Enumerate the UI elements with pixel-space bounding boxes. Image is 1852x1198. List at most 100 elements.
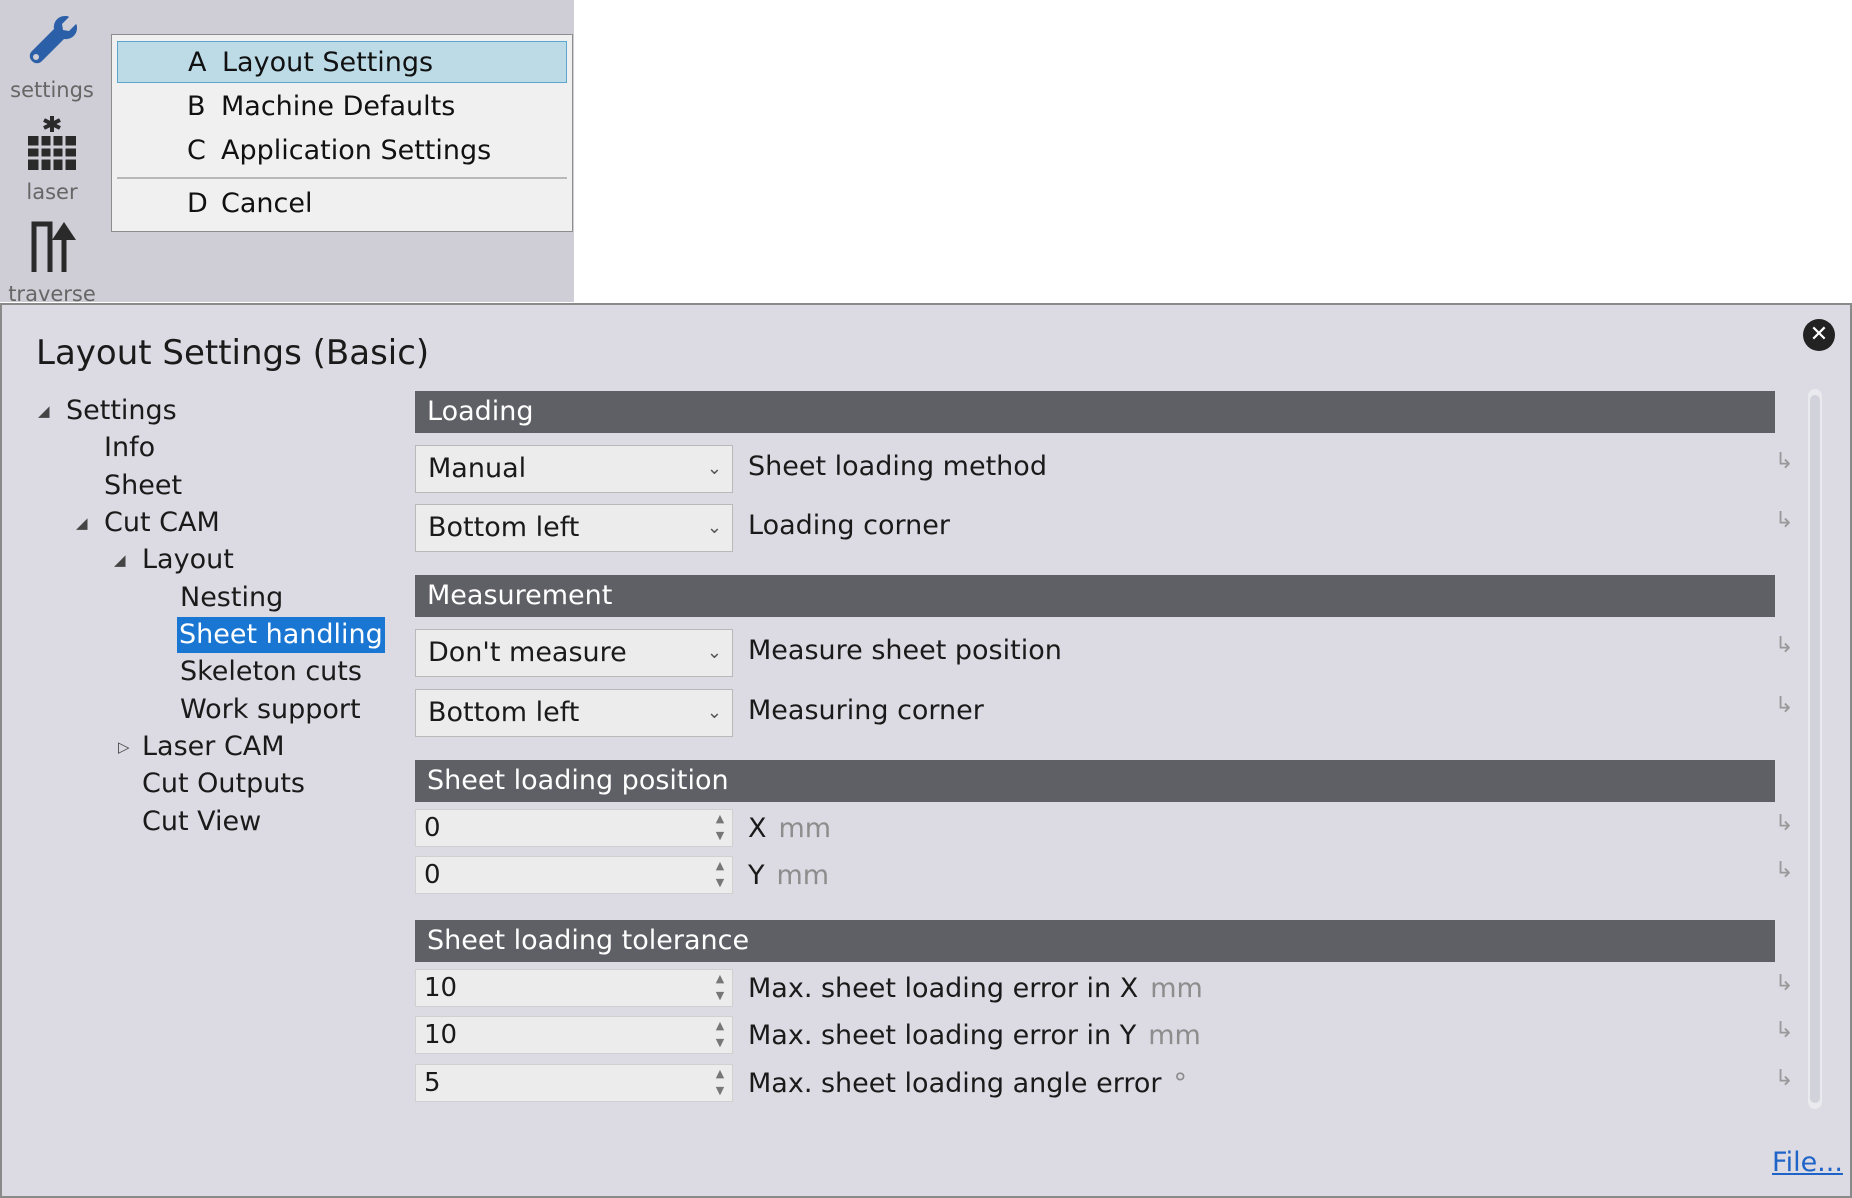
menu-item-application-settings[interactable]: C Application Settings [117, 130, 567, 172]
dropdown-value: Bottom left [428, 697, 580, 728]
close-icon[interactable]: ✕ [1803, 319, 1835, 351]
menu-separator [117, 177, 567, 179]
reset-arrow-icon[interactable]: ↳ [1775, 811, 1793, 836]
spin-arrows-icon[interactable]: ▲ ▼ [712, 970, 728, 1006]
tree-item-layout[interactable]: Layout [142, 542, 234, 578]
dropdown-value: Manual [428, 453, 527, 484]
spinbox-value: 10 [424, 973, 458, 1003]
expanded-arrow-icon[interactable]: ◢ [38, 393, 50, 429]
spin-arrows-icon[interactable]: ▲ ▼ [712, 857, 728, 893]
section-header-sheet-loading-position: Sheet loading position [415, 760, 1775, 802]
position-y-input[interactable]: 0 ▲ ▼ [415, 856, 733, 894]
spin-arrows-icon[interactable]: ▲ ▼ [712, 810, 728, 846]
loading-corner-label: Loading corner [748, 510, 950, 541]
field-label-text: Max. sheet loading angle error [748, 1068, 1162, 1099]
unit-label: mm [778, 813, 832, 844]
menu-item-layout-settings[interactable]: A Layout Settings [117, 41, 567, 83]
spin-arrows-icon[interactable]: ▲ ▼ [712, 1017, 728, 1053]
expanded-arrow-icon[interactable]: ◢ [76, 505, 88, 541]
unit-label: mm [1148, 1020, 1201, 1051]
section-header-sheet-loading-tolerance: Sheet loading tolerance [415, 920, 1775, 962]
menu-item-machine-defaults[interactable]: B Machine Defaults [117, 86, 567, 128]
reset-arrow-icon[interactable]: ↳ [1775, 449, 1793, 474]
sheet-loading-method-dropdown[interactable]: Manual ⌄ [415, 445, 733, 493]
tree-item-sheet[interactable]: Sheet [104, 468, 182, 504]
chevron-down-icon: ⌄ [706, 642, 722, 663]
measuring-corner-dropdown[interactable]: Bottom left ⌄ [415, 689, 733, 737]
traverse-tool-button[interactable]: traverse [0, 214, 104, 306]
dialog-title: Layout Settings (Basic) [36, 333, 430, 373]
tree-item-laser-cam[interactable]: Laser CAM [142, 729, 285, 765]
spin-arrows-icon[interactable]: ▲ ▼ [712, 1065, 728, 1101]
max-error-x-label: Max. sheet loading error in X mm [748, 973, 1203, 1004]
tree-item-skeleton-cuts[interactable]: Skeleton cuts [180, 654, 362, 690]
reset-arrow-icon[interactable]: ↳ [1775, 633, 1793, 658]
reset-arrow-icon[interactable]: ↳ [1775, 693, 1793, 718]
menu-item-label: Cancel [221, 188, 313, 219]
section-header-loading: Loading [415, 391, 1775, 433]
tree-item-info[interactable]: Info [104, 430, 155, 466]
menu-item-key: C [187, 135, 206, 166]
field-label-text: Max. sheet loading error in Y [748, 1020, 1137, 1051]
field-label-text: X [748, 813, 767, 844]
traverse-icon [0, 214, 104, 280]
reset-arrow-icon[interactable]: ↳ [1775, 971, 1793, 996]
tree-item-settings[interactable]: Settings [66, 393, 177, 429]
measure-sheet-position-label: Measure sheet position [748, 635, 1062, 666]
file-link[interactable]: File... [1772, 1147, 1843, 1178]
wrench-icon [0, 10, 104, 76]
menu-item-label: Application Settings [221, 135, 492, 166]
unit-label: mm [1150, 973, 1203, 1004]
section-header-measurement: Measurement [415, 575, 1775, 617]
spinbox-value: 10 [424, 1020, 458, 1050]
spinbox-value: 0 [424, 860, 441, 890]
laser-tool-button[interactable]: laser [0, 112, 104, 204]
reset-arrow-icon[interactable]: ↳ [1775, 1018, 1793, 1043]
unit-label: mm [776, 860, 830, 891]
tree-item-cut-outputs[interactable]: Cut Outputs [142, 766, 305, 802]
spinbox-value: 0 [424, 813, 441, 843]
dropdown-value: Don't measure [428, 637, 627, 668]
layout-settings-dialog: Layout Settings (Basic) ✕ ◢ Settings Inf… [0, 303, 1852, 1198]
max-error-x-input[interactable]: 10 ▲ ▼ [415, 969, 733, 1007]
scrollbar-thumb[interactable] [1810, 395, 1820, 1103]
menu-item-label: Layout Settings [222, 47, 434, 78]
menu-item-cancel[interactable]: D Cancel [117, 183, 567, 225]
reset-arrow-icon[interactable]: ↳ [1775, 858, 1793, 883]
max-angle-error-label: Max. sheet loading angle error ° [748, 1068, 1187, 1099]
reset-arrow-icon[interactable]: ↳ [1775, 1066, 1793, 1091]
tree-item-sheet-handling[interactable]: Sheet handling [177, 617, 385, 653]
tree-item-work-support[interactable]: Work support [180, 692, 361, 728]
collapsed-arrow-icon[interactable]: ▷ [118, 729, 130, 765]
measure-sheet-position-dropdown[interactable]: Don't measure ⌄ [415, 629, 733, 677]
left-toolbar: settings laser traverse [0, 0, 104, 306]
loading-corner-dropdown[interactable]: Bottom left ⌄ [415, 504, 733, 552]
spinbox-value: 5 [424, 1068, 441, 1098]
position-x-input[interactable]: 0 ▲ ▼ [415, 809, 733, 847]
dropdown-value: Bottom left [428, 512, 580, 543]
chevron-down-icon: ⌄ [706, 517, 722, 538]
position-x-label: Xmm [748, 813, 831, 844]
unit-label: ° [1173, 1068, 1187, 1099]
sheet-loading-method-label: Sheet loading method [748, 451, 1047, 482]
menu-item-key: A [188, 47, 207, 78]
laser-icon [0, 112, 104, 178]
max-error-y-input[interactable]: 10 ▲ ▼ [415, 1016, 733, 1054]
tree-item-nesting[interactable]: Nesting [180, 580, 283, 616]
menu-item-label: Machine Defaults [221, 91, 456, 122]
chevron-down-icon: ⌄ [706, 702, 722, 723]
settings-popup-menu: A Layout Settings B Machine Defaults C A… [111, 34, 573, 232]
max-error-y-label: Max. sheet loading error in Y mm [748, 1020, 1201, 1051]
menu-item-key: B [187, 91, 206, 122]
field-label-text: Max. sheet loading error in X [748, 973, 1139, 1004]
position-y-label: Ymm [748, 860, 829, 891]
max-angle-error-input[interactable]: 5 ▲ ▼ [415, 1064, 733, 1102]
tree-item-cut-view[interactable]: Cut View [142, 804, 261, 840]
reset-arrow-icon[interactable]: ↳ [1775, 508, 1793, 533]
expanded-arrow-icon[interactable]: ◢ [114, 542, 126, 578]
tree-item-cut-cam[interactable]: Cut CAM [104, 505, 220, 541]
laser-tool-label: laser [26, 180, 78, 204]
settings-tool-button[interactable]: settings [0, 10, 104, 102]
settings-panel: Loading Manual ⌄ Sheet loading method ↳ … [415, 391, 1793, 1131]
menu-item-key: D [187, 188, 208, 219]
